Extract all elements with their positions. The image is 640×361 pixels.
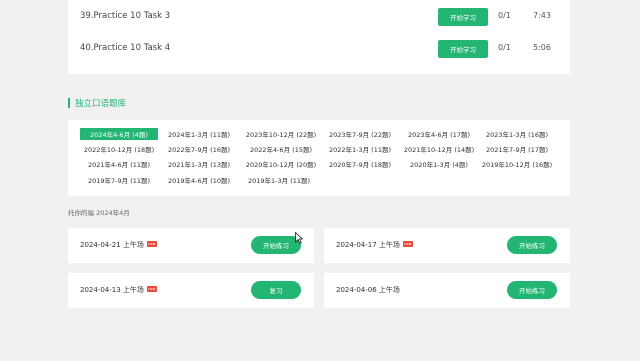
year-chip[interactable]: 2019年7-9月 (11题) [80, 174, 158, 186]
task-list-card: 39.Practice 10 Task 3 开始学习 0/1 7:43 40.P… [68, 0, 570, 74]
heading-accent-bar [68, 98, 70, 108]
start-learning-button[interactable]: 开始学习 [438, 8, 488, 26]
session-date: 2024-04-13 上午场 new [80, 286, 157, 294]
year-chip[interactable]: 2022年10-12月 (18题) [78, 143, 160, 155]
year-chip[interactable]: 2020年10-12月 (20题) [238, 158, 324, 170]
year-chip[interactable]: 2024年1-3月 (11题) [160, 128, 238, 140]
task-row: 39.Practice 10 Task 3 开始学习 0/1 7:43 [68, 8, 570, 28]
year-chip[interactable]: 2020年1-3月 (4题) [400, 158, 478, 170]
year-chip[interactable]: 2023年10-12月 (22题) [240, 128, 322, 140]
year-chip[interactable]: 2023年4-6月 (17题) [400, 128, 478, 140]
year-chip[interactable]: 2022年1-3月 (11题) [321, 143, 399, 155]
year-chip[interactable]: 2023年1-3月 (16题) [478, 128, 556, 140]
question-bank-card: 2024年4-6月 (4题) 2024年1-3月 (11题) 2023年10-1… [68, 120, 570, 196]
section-heading: 独立口语题库 [68, 97, 126, 109]
task-duration: 5:06 [533, 43, 551, 52]
new-badge: new [402, 241, 413, 247]
task-title: 40.Practice 10 Task 4 [80, 43, 171, 53]
year-chip-active[interactable]: 2024年4-6月 (4题) [80, 128, 158, 140]
year-chip[interactable]: 2020年7-9月 (18题) [321, 158, 399, 170]
start-learning-button[interactable]: 开始学习 [438, 40, 488, 58]
year-chip[interactable]: 2022年4-6月 (15题) [242, 143, 320, 155]
start-practice-button[interactable]: 开始练习 [507, 281, 557, 299]
session-date: 2024-04-06 上午场 [336, 286, 400, 294]
session-card: 2024-04-06 上午场 开始练习 [324, 273, 570, 308]
session-card: 2024-04-17 上午场 new 开始练习 [324, 228, 570, 263]
session-card: 2024-04-13 上午场 new 复习 [68, 273, 314, 308]
start-practice-button[interactable]: 开始练习 [507, 236, 557, 254]
year-chip[interactable]: 2019年4-6月 (10题) [160, 174, 238, 186]
year-chip[interactable]: 2022年7-9月 (16题) [160, 143, 238, 155]
year-chip[interactable]: 2021年10-12月 (14题) [398, 143, 480, 155]
mouse-cursor-icon [295, 232, 303, 244]
start-practice-button[interactable]: 开始练习 [251, 236, 301, 254]
year-chip[interactable]: 2023年7-9月 (22题) [321, 128, 399, 140]
task-duration: 7:43 [533, 11, 551, 20]
session-date: 2024-04-17 上午场 new [336, 241, 413, 249]
task-title: 39.Practice 10 Task 3 [80, 11, 171, 21]
year-chip[interactable]: 2019年10-12月 (16题) [476, 158, 558, 170]
year-chip[interactable]: 2021年4-6月 (11题) [80, 158, 158, 170]
task-progress: 0/1 [498, 43, 511, 52]
new-badge: new [146, 241, 157, 247]
task-progress: 0/1 [498, 11, 511, 20]
task-row: 40.Practice 10 Task 4 开始学习 0/1 5:06 [68, 40, 570, 60]
review-button[interactable]: 复习 [251, 281, 301, 299]
prediction-label: 托你的福 2024年4月 [68, 209, 130, 217]
session-card: 2024-04-21 上午场 new 开始练习 [68, 228, 314, 263]
year-chip[interactable]: 2021年1-3月 (13题) [160, 158, 238, 170]
section-title: 独立口语题库 [75, 99, 127, 109]
year-chip[interactable]: 2021年7-9月 (17题) [478, 143, 556, 155]
year-chip[interactable]: 2019年1-3月 (11题) [240, 174, 318, 186]
session-date: 2024-04-21 上午场 new [80, 241, 157, 249]
new-badge: new [146, 286, 157, 292]
